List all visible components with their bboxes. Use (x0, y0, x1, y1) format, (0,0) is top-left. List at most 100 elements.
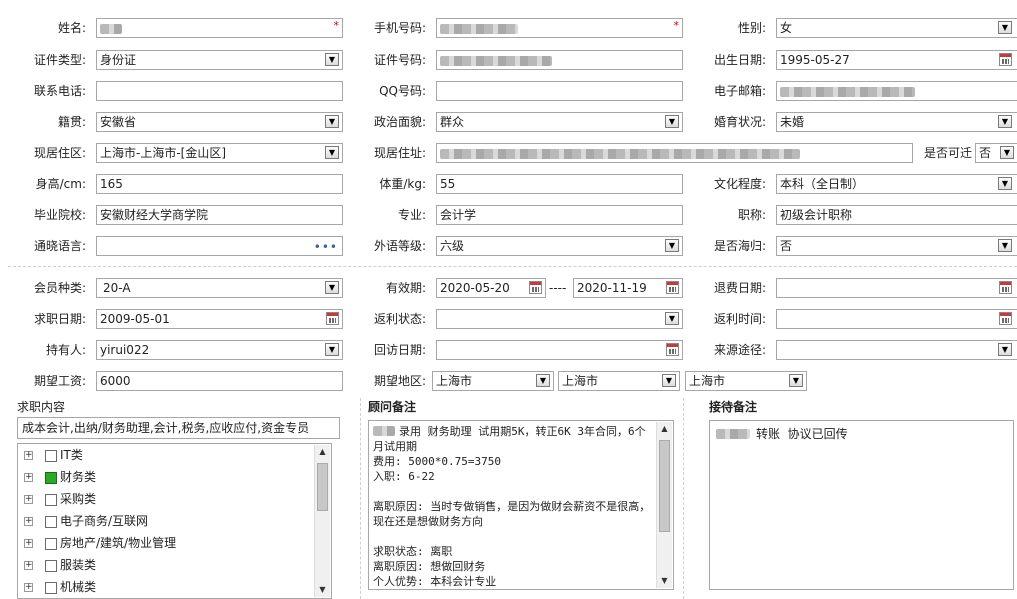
tree-item[interactable]: + IT类 (24, 444, 83, 466)
chevron-down-icon[interactable]: ▼ (325, 281, 339, 294)
job-content-summary[interactable]: 成本会计,出纳/财务助理,会计,税务,应收应付,资金专员 (17, 417, 340, 439)
birth-date-field[interactable]: 1995-05-27 (776, 50, 1017, 70)
chevron-down-icon[interactable]: ▼ (536, 374, 550, 387)
tree-item[interactable]: + 服装类 (24, 554, 96, 576)
rebate-status-select[interactable]: ▼ (436, 309, 683, 329)
native-place-select[interactable]: 安徽省 ▼ (96, 112, 343, 132)
marital-select[interactable]: 未婚 ▼ (776, 112, 1017, 132)
region-city-select[interactable]: 上海市 ▼ (558, 371, 680, 391)
chevron-down-icon[interactable]: ▼ (665, 312, 679, 325)
id-number-field[interactable] (436, 50, 683, 70)
gender-select[interactable]: 女 ▼ (776, 18, 1017, 38)
checkbox[interactable] (45, 581, 57, 594)
tree-item-label: 电子商务/互联网 (60, 514, 149, 528)
job-date-field[interactable]: 2009-05-01 (96, 309, 343, 329)
calendar-icon[interactable] (326, 312, 339, 325)
chevron-down-icon[interactable]: ▼ (662, 374, 676, 387)
residence-address-field[interactable] (436, 143, 913, 163)
rebate-time-field[interactable] (776, 309, 1017, 329)
validity-end-field[interactable]: 2020-11-19 (573, 278, 683, 298)
checkbox[interactable] (45, 537, 57, 550)
title-field[interactable]: 初级会计职称 (776, 205, 1017, 225)
calendar-icon[interactable] (999, 53, 1012, 66)
expand-icon[interactable]: + (24, 583, 33, 592)
scroll-up-icon[interactable]: ▲ (315, 445, 330, 459)
chevron-down-icon[interactable]: ▼ (998, 177, 1012, 190)
scroll-down-icon[interactable]: ▼ (657, 574, 672, 588)
tree-scrollbar[interactable]: ▲ ▼ (314, 445, 330, 597)
height-field[interactable]: 165 (96, 174, 343, 194)
chevron-down-icon[interactable]: ▼ (1000, 146, 1014, 159)
calendar-icon[interactable] (666, 343, 679, 356)
checkbox[interactable] (45, 493, 57, 506)
tree-item[interactable]: + 房地产/建筑/物业管理 (24, 532, 176, 554)
id-type-select[interactable]: 身份证 ▼ (96, 50, 343, 70)
checkbox[interactable] (45, 449, 57, 462)
chevron-down-icon[interactable]: ▼ (665, 239, 679, 252)
weight-field[interactable]: 55 (436, 174, 683, 194)
calendar-icon[interactable] (529, 281, 542, 294)
qq-label: QQ号码: (379, 84, 426, 98)
chevron-down-icon[interactable]: ▼ (998, 115, 1012, 128)
overseas-select[interactable]: 否 ▼ (776, 236, 1017, 256)
tree-item[interactable]: + 财务类 (24, 466, 96, 488)
school-field[interactable]: 安徽财经大学商学院 (96, 205, 343, 225)
notes-scrollbar[interactable]: ▲ ▼ (656, 422, 672, 588)
expand-icon[interactable]: + (24, 539, 33, 548)
tree-item[interactable]: + 电子商务/互联网 (24, 510, 148, 532)
tel-field[interactable] (96, 81, 343, 101)
language-field[interactable]: ••• (96, 236, 343, 256)
member-type-select[interactable]: 20-A ▼ (96, 278, 343, 298)
chevron-down-icon[interactable]: ▼ (325, 115, 339, 128)
holder-select[interactable]: yirui022 ▼ (96, 340, 343, 360)
scroll-thumb[interactable] (317, 463, 328, 511)
more-icon[interactable]: ••• (314, 238, 338, 255)
chevron-down-icon[interactable]: ▼ (665, 115, 679, 128)
validity-start-field[interactable]: 2020-05-20 (436, 278, 546, 298)
education-select[interactable]: 本科（全日制） ▼ (776, 174, 1017, 194)
region-label: 期望地区: (373, 374, 426, 388)
relocate-select[interactable]: 否 ▼ (975, 143, 1017, 163)
name-field[interactable]: * (96, 18, 343, 38)
refund-date-field[interactable] (776, 278, 1017, 298)
chevron-down-icon[interactable]: ▼ (998, 239, 1012, 252)
expand-icon[interactable]: + (24, 451, 33, 460)
chevron-down-icon[interactable]: ▼ (325, 146, 339, 159)
scroll-down-icon[interactable]: ▼ (315, 583, 330, 597)
salary-field[interactable]: 6000 (96, 371, 343, 391)
chevron-down-icon[interactable]: ▼ (325, 343, 339, 356)
expand-icon[interactable]: + (24, 561, 33, 570)
expand-icon[interactable]: + (24, 495, 33, 504)
checkbox[interactable] (45, 515, 57, 528)
residence-area-select[interactable]: 上海市-上海市-[金山区] ▼ (96, 143, 343, 163)
foreign-level-select[interactable]: 六级 ▼ (436, 236, 683, 256)
region-province-select[interactable]: 上海市 ▼ (432, 371, 554, 391)
calendar-icon[interactable] (999, 312, 1012, 325)
expand-icon[interactable]: + (24, 517, 33, 526)
chevron-down-icon[interactable]: ▼ (998, 21, 1012, 34)
phone-field[interactable]: * (436, 18, 683, 38)
chevron-down-icon[interactable]: ▼ (789, 374, 803, 387)
scroll-thumb[interactable] (659, 440, 670, 532)
region-district-select[interactable]: 上海市 ▼ (685, 371, 807, 391)
checkbox[interactable] (45, 471, 57, 484)
expand-icon[interactable]: + (24, 473, 33, 482)
calendar-icon[interactable] (666, 281, 679, 294)
visit-date-field[interactable] (436, 340, 683, 360)
title-value: 初级会计职称 (780, 208, 853, 222)
political-select[interactable]: 群众 ▼ (436, 112, 683, 132)
tree-item[interactable]: + 机械类 (24, 576, 96, 598)
source-select[interactable]: ▼ (776, 340, 1017, 360)
scroll-up-icon[interactable]: ▲ (657, 422, 672, 436)
advisor-notes-textarea[interactable]: 录用 财务助理 试用期5K，转正6K 3年合同，6个月试用期 费用: 5000*… (368, 420, 674, 590)
reception-notes-textarea[interactable]: 转账 协议已回传 (709, 420, 1014, 590)
chevron-down-icon[interactable]: ▼ (325, 53, 339, 66)
email-field[interactable] (776, 81, 1017, 101)
checkbox[interactable] (45, 559, 57, 572)
major-field[interactable]: 会计学 (436, 205, 683, 225)
calendar-icon[interactable] (999, 281, 1012, 294)
job-category-tree[interactable]: + IT类 + 财务类 + 采购类 + 电子商务/互联网 + 房地产/建筑/物业管理 + 服装类 + 机械… (17, 443, 332, 599)
tree-item[interactable]: + 采购类 (24, 488, 96, 510)
qq-field[interactable] (436, 81, 683, 101)
chevron-down-icon[interactable]: ▼ (998, 343, 1012, 356)
